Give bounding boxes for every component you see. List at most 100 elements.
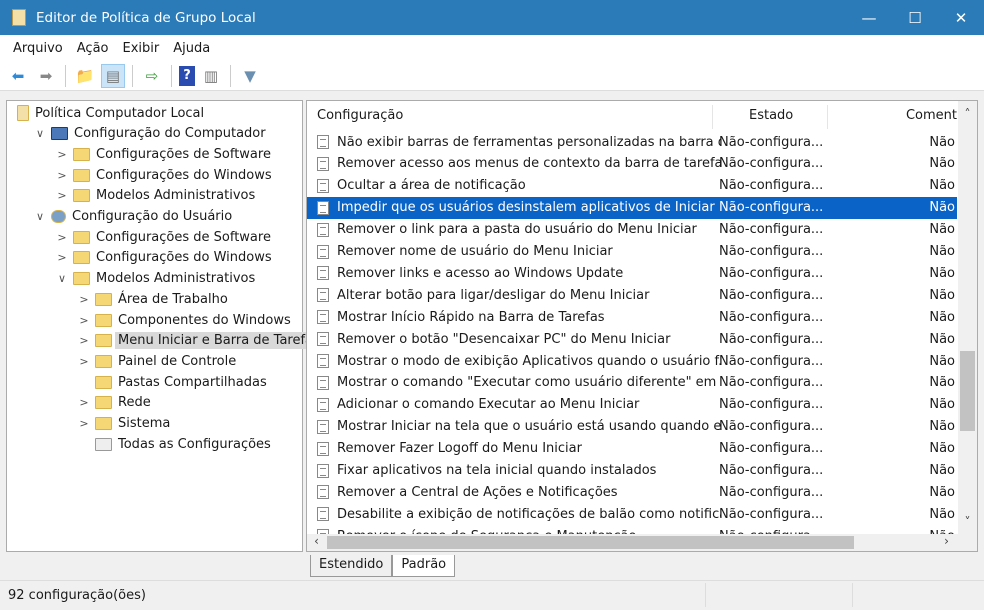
tree-item[interactable]: > Componentes do Windows xyxy=(77,310,290,330)
window-title: Editor de Política de Grupo Local xyxy=(36,9,256,26)
separator xyxy=(132,64,133,87)
scroll-left-icon[interactable]: ‹ xyxy=(307,534,326,548)
list-row[interactable]: Impedir que os usuários desinstalem apli… xyxy=(307,196,957,219)
tree-item[interactable]: ∨ Modelos Administrativos xyxy=(55,269,255,289)
list-row[interactable]: Mostrar o comando "Executar como usuário… xyxy=(307,372,957,394)
back-icon[interactable]: ⬅ xyxy=(6,64,30,88)
menu-arquivo[interactable]: Arquivo xyxy=(6,41,70,56)
tree-item-label: Política Computador Local xyxy=(35,105,205,121)
tree-item[interactable]: > Modelos Administrativos xyxy=(55,186,255,206)
expander-icon[interactable]: > xyxy=(55,169,69,182)
expander-icon[interactable]: > xyxy=(77,314,91,327)
view-tabs: Estendido Padrão xyxy=(310,555,456,577)
tree-item-label: Configurações do Windows xyxy=(96,250,272,266)
settings-list: Configuração Estado Coment Não exibir ba… xyxy=(306,100,978,552)
filter-icon[interactable]: ▼ xyxy=(238,64,262,88)
tree-item-label: Modelos Administrativos xyxy=(96,271,256,287)
policy-setting-icon xyxy=(317,332,329,347)
setting-state: Não-configura... xyxy=(719,200,824,216)
menu-exibir[interactable]: Exibir xyxy=(116,41,167,56)
expander-icon[interactable]: > xyxy=(55,148,69,161)
setting-name: Remover Fazer Logoff do Menu Iniciar xyxy=(337,441,582,457)
expander-icon[interactable]: ∨ xyxy=(55,272,69,285)
policy-setting-icon xyxy=(317,419,329,434)
setting-state: Não-configura... xyxy=(719,265,824,281)
tree-item[interactable]: > Configurações do Windows xyxy=(55,165,271,185)
hscroll-thumb[interactable] xyxy=(327,536,854,549)
tree-item[interactable]: Política Computador Local xyxy=(11,103,204,123)
tree-item[interactable]: > Área de Trabalho xyxy=(77,289,227,309)
tree-item[interactable]: > Painel de Controle xyxy=(77,351,236,371)
expander-icon[interactable]: ∨ xyxy=(33,210,47,223)
maximize-button[interactable]: ☐ xyxy=(892,0,938,35)
expander-icon[interactable]: > xyxy=(55,189,69,202)
list-row[interactable]: Remover Fazer Logoff do Menu Iniciar Não-… xyxy=(307,438,957,460)
column-comentario[interactable]: Coment xyxy=(906,101,957,131)
minimize-button[interactable]: — xyxy=(846,0,892,35)
list-row[interactable]: Mostrar Início Rápido na Barra de Tarefa… xyxy=(307,306,957,328)
tree-item[interactable]: > Configurações de Software xyxy=(55,144,271,164)
up-folder-icon[interactable]: 📁 xyxy=(73,64,97,88)
expander-icon[interactable]: > xyxy=(77,334,91,347)
expander-icon[interactable]: > xyxy=(55,251,69,264)
column-estado[interactable]: Estado xyxy=(749,101,793,131)
setting-state: Não-configura... xyxy=(719,353,824,369)
list-row[interactable]: Ocultar a área de notificação Não-configu… xyxy=(307,175,957,197)
list-row[interactable]: Remover nome de usuário do Menu Iniciar N… xyxy=(307,241,957,263)
scroll-right-icon[interactable]: › xyxy=(937,534,956,548)
expander-icon[interactable]: > xyxy=(77,293,91,306)
tree-item[interactable]: > Sistema xyxy=(77,414,170,434)
tree-item[interactable]: ∨ Configuração do Usuário xyxy=(33,207,232,227)
setting-comment: Não xyxy=(929,309,955,325)
scroll-thumb[interactable] xyxy=(960,351,975,431)
menu-ajuda[interactable]: Ajuda xyxy=(166,41,217,56)
expander-icon[interactable]: > xyxy=(77,355,91,368)
tab-estendido[interactable]: Estendido xyxy=(310,555,393,577)
list-row[interactable]: Remover a Central de Ações e Notificaçõe… xyxy=(307,481,957,503)
list-row[interactable]: Não exibir barras de ferramentas persona… xyxy=(307,131,957,153)
tab-padrao[interactable]: Padrão xyxy=(392,555,456,577)
setting-comment: Não xyxy=(929,287,955,303)
close-button[interactable]: ✕ xyxy=(938,0,984,35)
tree-item[interactable]: > Configurações do Windows xyxy=(55,248,272,268)
scroll-down-icon[interactable]: ˅ xyxy=(958,515,977,529)
expander-icon[interactable]: > xyxy=(77,396,91,409)
expander-icon[interactable]: > xyxy=(77,417,91,430)
tree-item[interactable]: Todas as Configurações xyxy=(77,434,271,454)
action-pane-icon[interactable]: ▥ xyxy=(199,64,223,88)
list-row[interactable]: Alterar botão para ligar/desligar do Men… xyxy=(307,284,957,306)
forward-icon[interactable]: ➡ xyxy=(34,64,58,88)
export-list-icon[interactable]: ⇨ xyxy=(140,64,164,88)
list-row[interactable]: Remover links e acesso ao Windows Update… xyxy=(307,262,957,284)
list-row[interactable]: Mostrar Iniciar na tela que o usuário es… xyxy=(307,416,957,438)
menu-acao[interactable]: Ação xyxy=(70,41,116,56)
vertical-scrollbar[interactable]: ˄ ˅ xyxy=(958,101,977,536)
list-row[interactable]: Fixar aplicativos na tela inicial quando… xyxy=(307,460,957,482)
folder-icon xyxy=(95,417,112,430)
horizontal-scrollbar[interactable]: ‹ › xyxy=(307,534,977,551)
show-hide-tree-icon[interactable]: ▤ xyxy=(101,63,125,88)
tree-item[interactable]: ∨ Configuração do Computador xyxy=(33,124,266,144)
list-row[interactable]: Remover o link para a pasta do usuário d… xyxy=(307,219,957,241)
tree-item[interactable]: > Rede xyxy=(77,393,150,413)
list-row[interactable]: Adicionar o comando Executar ao Menu Ini… xyxy=(307,394,957,416)
expander-icon[interactable]: ∨ xyxy=(33,127,47,140)
policy-setting-icon xyxy=(317,397,329,412)
column-configuracao[interactable]: Configuração xyxy=(317,101,403,131)
setting-name: Impedir que os usuários desinstalem apli… xyxy=(337,200,715,216)
setting-name: Mostrar Início Rápido na Barra de Tarefa… xyxy=(337,309,605,325)
tree-item[interactable]: > Configurações de Software xyxy=(55,227,271,247)
tree-item[interactable]: > Menu Iniciar e Barra de Tarefas xyxy=(77,331,323,351)
tree-item[interactable]: Pastas Compartilhadas xyxy=(77,372,267,392)
list-row[interactable]: Desabilite a exibição de notificações de… xyxy=(307,503,957,525)
list-row[interactable]: Remover o botão "Desencaixar PC" do Menu… xyxy=(307,328,957,350)
list-row[interactable]: Remover acesso aos menus de contexto da … xyxy=(307,153,957,175)
setting-comment: Não xyxy=(929,353,955,369)
list-row[interactable]: Mostrar o modo de exibição Aplicativos q… xyxy=(307,350,957,372)
help-icon[interactable]: ? xyxy=(179,65,195,86)
setting-state: Não-configura... xyxy=(719,463,824,478)
expander-icon[interactable]: > xyxy=(55,231,69,244)
setting-comment: Não xyxy=(929,200,955,216)
title-bar: Editor de Política de Grupo Local — ☐ ✕ xyxy=(0,0,984,35)
scroll-up-icon[interactable]: ˄ xyxy=(958,107,977,121)
